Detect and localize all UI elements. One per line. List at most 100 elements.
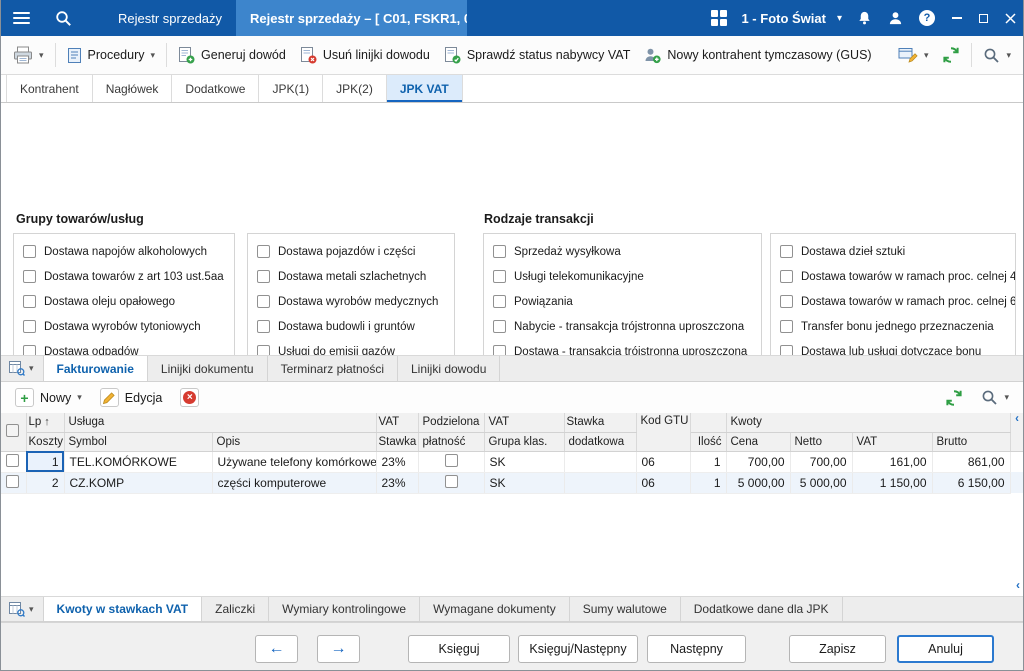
checkbox-option[interactable]: Dostawa towarów z art 103 ust.5aa <box>14 264 234 289</box>
cell-ilosc[interactable]: 1 <box>690 472 727 494</box>
cell-podzielona-platnosc[interactable] <box>418 472 485 494</box>
checkbox-option[interactable]: Dostawa oleju opałowego <box>14 289 234 314</box>
grid-view-settings-button[interactable]: ▾ <box>0 356 44 381</box>
checkbox-option[interactable]: Powiązania <box>484 289 761 314</box>
col-header-platnosc[interactable]: płatność <box>418 432 485 452</box>
user-button[interactable] <box>888 10 903 26</box>
tab-kwoty-w-stawkach-vat[interactable]: Kwoty w stawkach VAT <box>43 597 203 621</box>
ksieguj-button[interactable]: Księguj <box>408 635 510 663</box>
cell-grupa-klas[interactable]: SK <box>484 472 565 494</box>
cell-opis[interactable]: Używane telefony komórkowe <box>212 451 377 473</box>
col-band-vat2[interactable]: VAT <box>484 413 565 433</box>
notifications-button[interactable] <box>857 10 872 26</box>
col-band-stawka[interactable]: Stawka <box>564 413 637 433</box>
col-header-stawka[interactable]: Stawka <box>376 432 419 452</box>
tab-linijki-dowodu[interactable]: Linijki dowodu <box>398 356 501 381</box>
cell-lp-selected[interactable]: 1 <box>26 451 65 473</box>
generuj-dowod-button[interactable]: Generuj dowód <box>171 41 293 70</box>
tab-wymagane-dokumenty[interactable]: Wymagane dokumenty <box>420 597 570 621</box>
cell-vat[interactable]: 1 150,00 <box>852 472 933 494</box>
edit-row-button[interactable]: Edycja <box>93 383 170 412</box>
tab-jpk1[interactable]: JPK(1) <box>259 75 324 102</box>
col-header-ilosc[interactable]: Ilość <box>690 432 727 452</box>
cell-opis[interactable]: części komputerowe <box>212 472 377 494</box>
tab-wymiary-kontrolingowe[interactable]: Wymiary kontrolingowe <box>269 597 421 621</box>
tab-terminarz-platnosci[interactable]: Terminarz płatności <box>268 356 398 381</box>
checkbox-option[interactable]: Dostawa napojów alkoholowych <box>14 239 234 264</box>
row-select-cell[interactable] <box>0 451 27 473</box>
usun-linijki-button[interactable]: Usuń linijki dowodu <box>293 41 437 70</box>
cell-stawka-dodatkowa[interactable] <box>564 451 637 473</box>
ksieguj-nastepny-button[interactable]: Księguj/Następny <box>518 635 638 663</box>
cell-stawka[interactable]: 23% <box>376 472 419 494</box>
cell-grupa-klas[interactable]: SK <box>484 451 565 473</box>
sprawdz-status-vat-button[interactable]: Sprawdź status nabywcy VAT <box>437 41 638 70</box>
col-header-dodatkowa[interactable]: dodatkowa <box>564 432 637 452</box>
col-header-koszty[interactable]: Koszty <box>26 432 65 452</box>
new-row-button[interactable]: + Nowy ▾ <box>8 383 89 412</box>
cell-vat[interactable]: 161,00 <box>852 451 933 473</box>
checkbox-option[interactable]: Nabycie - transakcja trójstronna uproszc… <box>484 314 761 339</box>
cell-kod-gtu[interactable]: 06 <box>636 451 691 473</box>
checkbox-option[interactable]: Dostawa metali szlachetnych <box>248 264 454 289</box>
tab-sumy-walutowe[interactable]: Sumy walutowe <box>570 597 681 621</box>
cell-stawka-dodatkowa[interactable] <box>564 472 637 494</box>
col-header-vat[interactable]: VAT <box>852 432 933 452</box>
layout-settings-button[interactable]: ▾ <box>891 41 936 70</box>
col-header-cena[interactable]: Cena <box>726 432 791 452</box>
col-header-grupa-klas[interactable]: Grupa klas. <box>484 432 565 452</box>
checkbox-option[interactable]: Dostawa pojazdów i części <box>248 239 454 264</box>
company-selector[interactable]: 1 - Foto Świat <box>741 11 826 26</box>
cell-ilosc[interactable]: 1 <box>690 451 727 473</box>
cell-brutto[interactable]: 6 150,00 <box>932 472 1011 494</box>
table-row[interactable]: 2 CZ.KOMP części komputerowe 23% SK 06 1… <box>0 472 1024 494</box>
refresh-button[interactable] <box>935 41 967 70</box>
cell-podzielona-platnosc[interactable] <box>418 451 485 473</box>
cell-cena[interactable]: 700,00 <box>726 451 791 473</box>
close-button[interactable] <box>997 0 1024 36</box>
scroll-columns-control[interactable]: ‹ <box>1010 413 1024 452</box>
grid-search-button[interactable]: ▾ <box>974 383 1016 412</box>
minimize-button[interactable] <box>943 0 970 36</box>
delete-row-button[interactable]: × <box>173 383 206 412</box>
cell-netto[interactable]: 5 000,00 <box>790 472 853 494</box>
col-header-opis[interactable]: Opis <box>212 432 377 452</box>
checkbox-option[interactable]: Usługi telekomunikacyjne <box>484 264 761 289</box>
table-row[interactable]: 1 TEL.KOMÓRKOWE Używane telefony komórko… <box>0 451 1024 473</box>
checkbox-option[interactable]: Dostawa towarów w ramach proc. celnej 42 <box>771 264 1015 289</box>
search-expand-button[interactable]: ▾ <box>976 41 1018 70</box>
checkbox-option[interactable]: Dostawa budowli i gruntów <box>248 314 454 339</box>
document-tab[interactable]: Rejestr sprzedaży – [ C01, FSKR1, 0 <box>236 0 468 36</box>
col-header-netto[interactable]: Netto <box>790 432 853 452</box>
help-icon[interactable]: ? <box>919 10 935 26</box>
col-header-symbol[interactable]: Symbol <box>64 432 213 452</box>
col-header-brutto[interactable]: Brutto <box>932 432 1011 452</box>
procedury-button[interactable]: Procedury ▾ <box>60 41 163 70</box>
summary-view-settings-button[interactable]: ▾ <box>0 597 44 621</box>
previous-document-button[interactable]: ← <box>255 635 298 663</box>
row-select-cell[interactable] <box>0 472 27 494</box>
col-header-lp[interactable]: Lp ↑ <box>26 413 65 433</box>
col-band-kwoty[interactable]: Kwoty <box>726 413 1011 433</box>
select-all-header[interactable] <box>0 413 27 452</box>
tab-fakturowanie[interactable]: Fakturowanie <box>43 356 148 381</box>
cell-symbol[interactable]: CZ.KOMP <box>64 472 213 494</box>
tab-jpk2[interactable]: JPK(2) <box>323 75 387 102</box>
checkbox-option[interactable]: Dostawa dzieł sztuki <box>771 239 1015 264</box>
tab-jpk-vat[interactable]: JPK VAT <box>386 75 463 102</box>
nowy-kontrahent-gus-button[interactable]: Nowy kontrahent tymczasowy (GUS) <box>637 41 878 70</box>
cell-netto[interactable]: 700,00 <box>790 451 853 473</box>
checkbox-option[interactable]: Transfer bonu jednego przeznaczenia <box>771 314 1015 339</box>
cell-cena[interactable]: 5 000,00 <box>726 472 791 494</box>
hamburger-menu-button[interactable] <box>0 0 42 36</box>
checkbox-option[interactable]: Dostawa wyrobów tytoniowych <box>14 314 234 339</box>
checkbox-option[interactable]: Dostawa wyrobów medycznych <box>248 289 454 314</box>
checkbox-option[interactable]: Sprzedaż wysyłkowa <box>484 239 761 264</box>
anuluj-button[interactable]: Anuluj <box>897 635 994 663</box>
tab-dodatkowe[interactable]: Dodatkowe <box>172 75 260 102</box>
scroll-columns-control[interactable]: ‹ <box>1016 578 1020 592</box>
print-button[interactable]: ▾ <box>6 41 51 70</box>
nastepny-button[interactable]: Następny <box>647 635 746 663</box>
cell-symbol[interactable]: TEL.KOMÓRKOWE <box>64 451 213 473</box>
cell-kod-gtu[interactable]: 06 <box>636 472 691 494</box>
